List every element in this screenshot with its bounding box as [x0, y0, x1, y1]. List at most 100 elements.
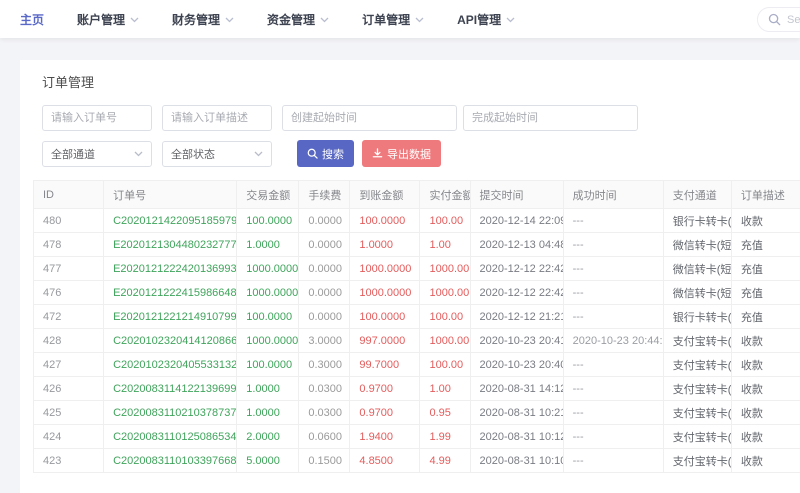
cell-paid: 1.00 — [420, 233, 470, 257]
cell-desc: 收款 — [731, 329, 800, 353]
nav-item-4[interactable]: 订单管理 — [362, 11, 424, 28]
col-header-success_time: 成功时间 — [563, 181, 663, 209]
table-header-row: ID订单号交易金额手续费到账金额实付金额提交时间成功时间支付通道订单描述 — [34, 181, 800, 209]
chevron-down-icon — [415, 17, 424, 23]
cell-submit_time: 2020-12-12 21:21:49 — [470, 305, 563, 329]
download-icon — [372, 148, 383, 159]
cell-desc: 充值 — [731, 233, 800, 257]
table-row: 425C202008311021037873711.00000.03000.97… — [34, 401, 800, 425]
cell-amount: 100.0000 — [237, 209, 299, 233]
cell-order_no[interactable]: E20201212224201369934 — [104, 257, 237, 281]
cell-order_no[interactable]: E20201213044802327774 — [104, 233, 237, 257]
channel-select[interactable]: 全部通道 — [42, 141, 152, 167]
cell-amount: 1000.0000 — [237, 329, 299, 353]
chevron-down-icon — [134, 151, 143, 157]
cell-paid: 1.99 — [420, 425, 470, 449]
nav-item-label: 主页 — [20, 11, 44, 28]
cell-desc: 充值 — [731, 281, 800, 305]
cell-submit_time: 2020-10-23 20:41:41 — [470, 329, 563, 353]
col-header-paid: 实付金额 — [420, 181, 470, 209]
nav-menu: 主页 账户管理 财务管理 资金管理 订单管理 API管理 — [20, 11, 548, 28]
table-row: 472E20201212212149107992100.00000.000010… — [34, 305, 800, 329]
cell-channel: 微信转卡(短... — [663, 257, 731, 281]
cell-order_no[interactable]: C20201023204141208669 — [104, 329, 237, 353]
cell-success_time: --- — [563, 449, 663, 473]
cell-fee: 0.0600 — [299, 425, 350, 449]
cell-order_no[interactable]: C20201214220951859799 — [104, 209, 237, 233]
cell-order_no[interactable]: C20200831102103787371 — [104, 401, 237, 425]
table-row: 480C20201214220951859799100.00000.000010… — [34, 209, 800, 233]
cell-id: 426 — [34, 377, 104, 401]
nav-item-5[interactable]: API管理 — [457, 11, 515, 28]
nav-item-2[interactable]: 财务管理 — [172, 11, 234, 28]
cell-credited: 0.9700 — [350, 401, 420, 425]
table-row: 477E202012122242013699341000.00000.00001… — [34, 257, 800, 281]
cell-amount: 1.0000 — [237, 377, 299, 401]
nav-item-0[interactable]: 主页 — [20, 11, 44, 28]
cell-fee: 0.0300 — [299, 401, 350, 425]
chevron-down-icon — [225, 17, 234, 23]
cell-credited: 99.7000 — [350, 353, 420, 377]
cell-paid: 0.95 — [420, 401, 470, 425]
cell-id: 427 — [34, 353, 104, 377]
cell-id: 423 — [34, 449, 104, 473]
cell-fee: 0.0000 — [299, 233, 350, 257]
cell-channel: 支付宝转卡(... — [663, 449, 731, 473]
chevron-down-icon — [130, 17, 139, 23]
cell-success_time: --- — [563, 353, 663, 377]
search-placeholder: Search — [787, 14, 800, 26]
cell-paid: 100.00 — [420, 305, 470, 329]
finish-time-input[interactable] — [463, 105, 638, 131]
cell-credited: 4.8500 — [350, 449, 420, 473]
cell-id: 425 — [34, 401, 104, 425]
cell-submit_time: 2020-10-23 20:40:55 — [470, 353, 563, 377]
export-button[interactable]: 导出数据 — [362, 140, 441, 167]
col-header-fee: 手续费 — [299, 181, 350, 209]
table-row: 426C202008311412213969911.00000.03000.97… — [34, 377, 800, 401]
cell-order_no[interactable]: E20201212212149107992 — [104, 305, 237, 329]
cell-success_time: --- — [563, 233, 663, 257]
col-header-order_no: 订单号 — [104, 181, 237, 209]
cell-amount: 1000.0000 — [237, 257, 299, 281]
global-search[interactable]: Search — [757, 7, 800, 32]
cell-submit_time: 2020-08-31 10:10:33 — [470, 449, 563, 473]
col-header-channel: 支付通道 — [663, 181, 731, 209]
cell-order_no[interactable]: E20201212224159866488 — [104, 281, 237, 305]
cell-fee: 3.0000 — [299, 329, 350, 353]
cell-desc: 收款 — [731, 377, 800, 401]
cell-paid: 4.99 — [420, 449, 470, 473]
order-no-input[interactable] — [42, 105, 152, 131]
cell-id: 477 — [34, 257, 104, 281]
cell-paid: 1000.00 — [420, 257, 470, 281]
nav-item-3[interactable]: 资金管理 — [267, 11, 329, 28]
create-time-input[interactable] — [282, 105, 457, 131]
cell-fee: 0.0300 — [299, 377, 350, 401]
nav-item-1[interactable]: 账户管理 — [77, 11, 139, 28]
table-row: 423C202008311010339766875.00000.15004.85… — [34, 449, 800, 473]
cell-order_no[interactable]: C20201023204055331324 — [104, 353, 237, 377]
status-select[interactable]: 全部状态 — [162, 141, 272, 167]
chevron-down-icon — [320, 17, 329, 23]
cell-channel: 银行卡转卡(... — [663, 305, 731, 329]
order-desc-input[interactable] — [162, 105, 272, 131]
table-row: 478E202012130448023277741.00000.00001.00… — [34, 233, 800, 257]
search-button[interactable]: 搜索 — [297, 140, 354, 167]
cell-desc: 收款 — [731, 209, 800, 233]
cell-fee: 0.3000 — [299, 353, 350, 377]
cell-order_no[interactable]: C20200831141221396991 — [104, 377, 237, 401]
cell-success_time: --- — [563, 401, 663, 425]
cell-order_no[interactable]: C20200831101033976687 — [104, 449, 237, 473]
cell-success_time: --- — [563, 305, 663, 329]
cell-success_time: --- — [563, 377, 663, 401]
cell-channel: 微信转卡(短... — [663, 281, 731, 305]
cell-credited: 100.0000 — [350, 209, 420, 233]
cell-order_no[interactable]: C20200831101250865348 — [104, 425, 237, 449]
top-nav: 主页 账户管理 财务管理 资金管理 订单管理 API管理 Search — [0, 0, 800, 38]
cell-credited: 1000.0000 — [350, 281, 420, 305]
cell-channel: 支付宝转卡(... — [663, 353, 731, 377]
cell-channel: 支付宝转卡(... — [663, 329, 731, 353]
cell-amount: 1.0000 — [237, 401, 299, 425]
export-button-label: 导出数据 — [387, 146, 431, 162]
cell-fee: 0.1500 — [299, 449, 350, 473]
cell-paid: 1000.00 — [420, 281, 470, 305]
